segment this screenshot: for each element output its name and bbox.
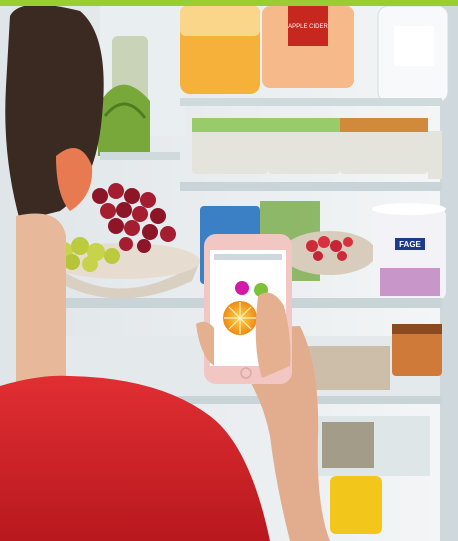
egg-cartons [192, 118, 442, 179]
raspberry-bowl [282, 231, 376, 275]
photo-frame: APPLE CIDER FAGE [0, 0, 458, 541]
shelf-top [180, 98, 442, 106]
fridge-scene: APPLE CIDER FAGE [0, 6, 458, 541]
lettuce-greens [98, 84, 150, 156]
yogurt-brand-text: FAGE [399, 240, 421, 249]
shelf-middle [180, 182, 442, 191]
neck [16, 213, 66, 386]
yellow-container [330, 476, 382, 534]
cider-label-text: APPLE CIDER [288, 24, 328, 30]
magenta-dot [235, 281, 249, 295]
